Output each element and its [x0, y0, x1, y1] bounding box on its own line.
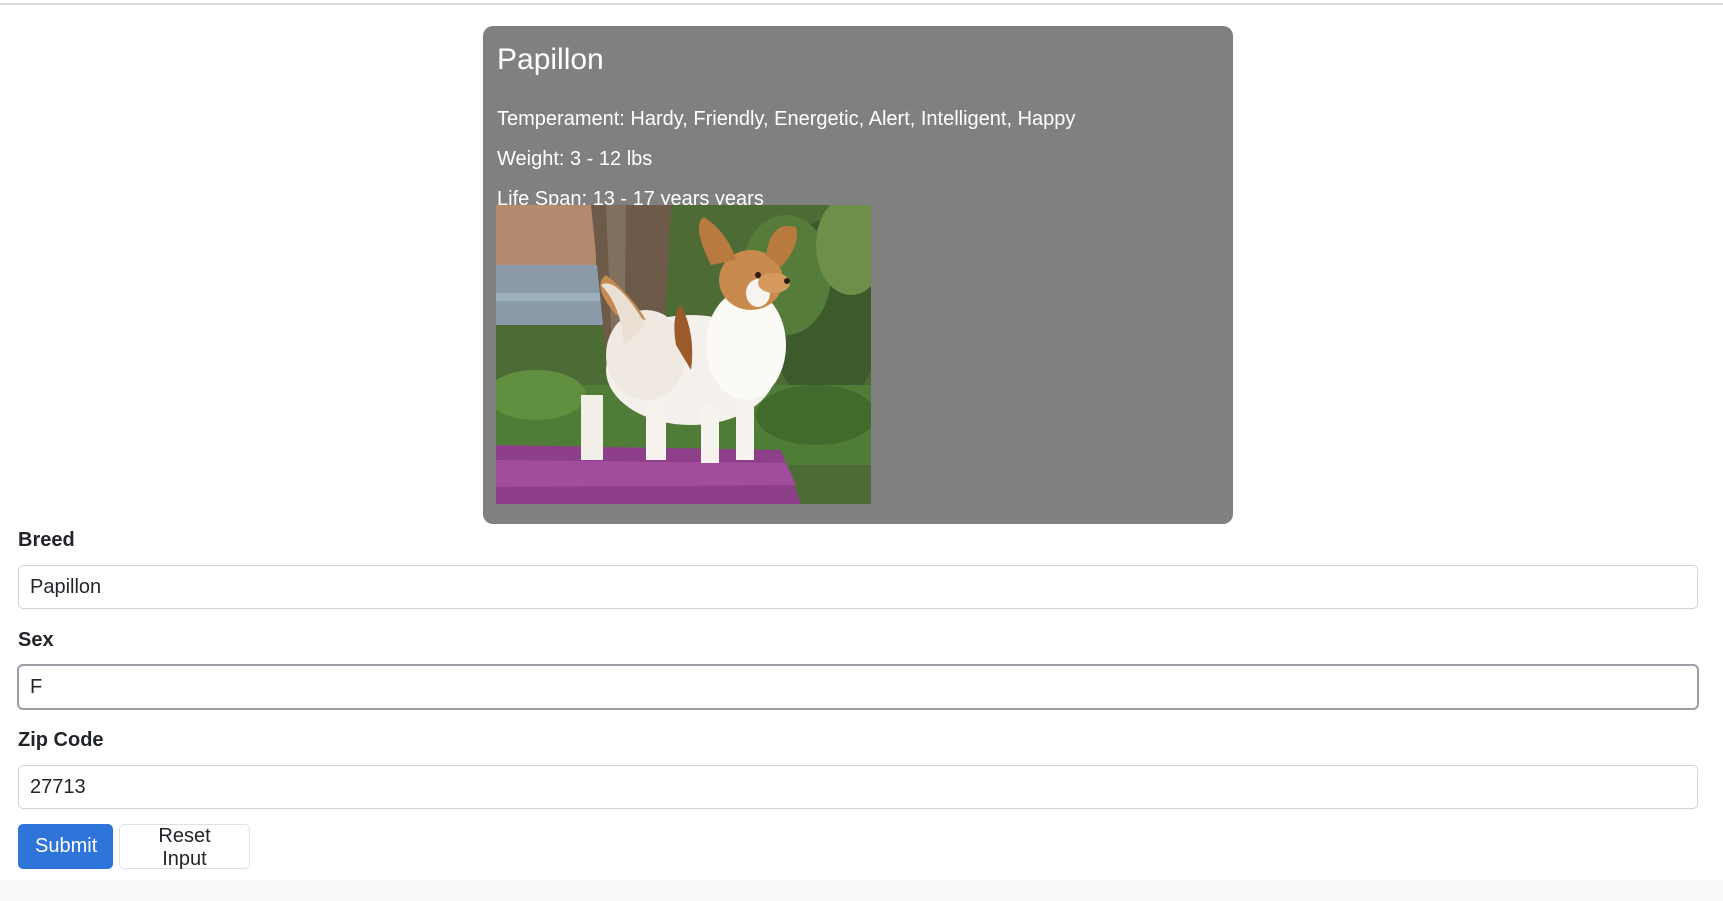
- sex-label: Sex: [18, 629, 54, 651]
- zip-code-label: Zip Code: [18, 729, 104, 751]
- page-footer: [0, 880, 1723, 901]
- top-divider: [0, 3, 1723, 5]
- temperament-text: Temperament: Hardy, Friendly, Energetic,…: [497, 108, 1076, 130]
- breed-title: Papillon: [497, 43, 604, 76]
- weight-text: Weight: 3 - 12 lbs: [497, 148, 653, 170]
- breed-label: Breed: [18, 529, 75, 551]
- breed-info-card: Papillon Temperament: Hardy, Friendly, E…: [483, 26, 1233, 524]
- sex-input[interactable]: [18, 665, 1698, 709]
- dog-photo-illustration: [496, 205, 871, 504]
- breed-photo: [496, 205, 871, 504]
- submit-button[interactable]: Submit: [18, 824, 113, 869]
- reset-input-button[interactable]: Reset Input: [119, 824, 250, 870]
- breed-input[interactable]: [18, 565, 1698, 609]
- zip-code-input[interactable]: [18, 765, 1698, 809]
